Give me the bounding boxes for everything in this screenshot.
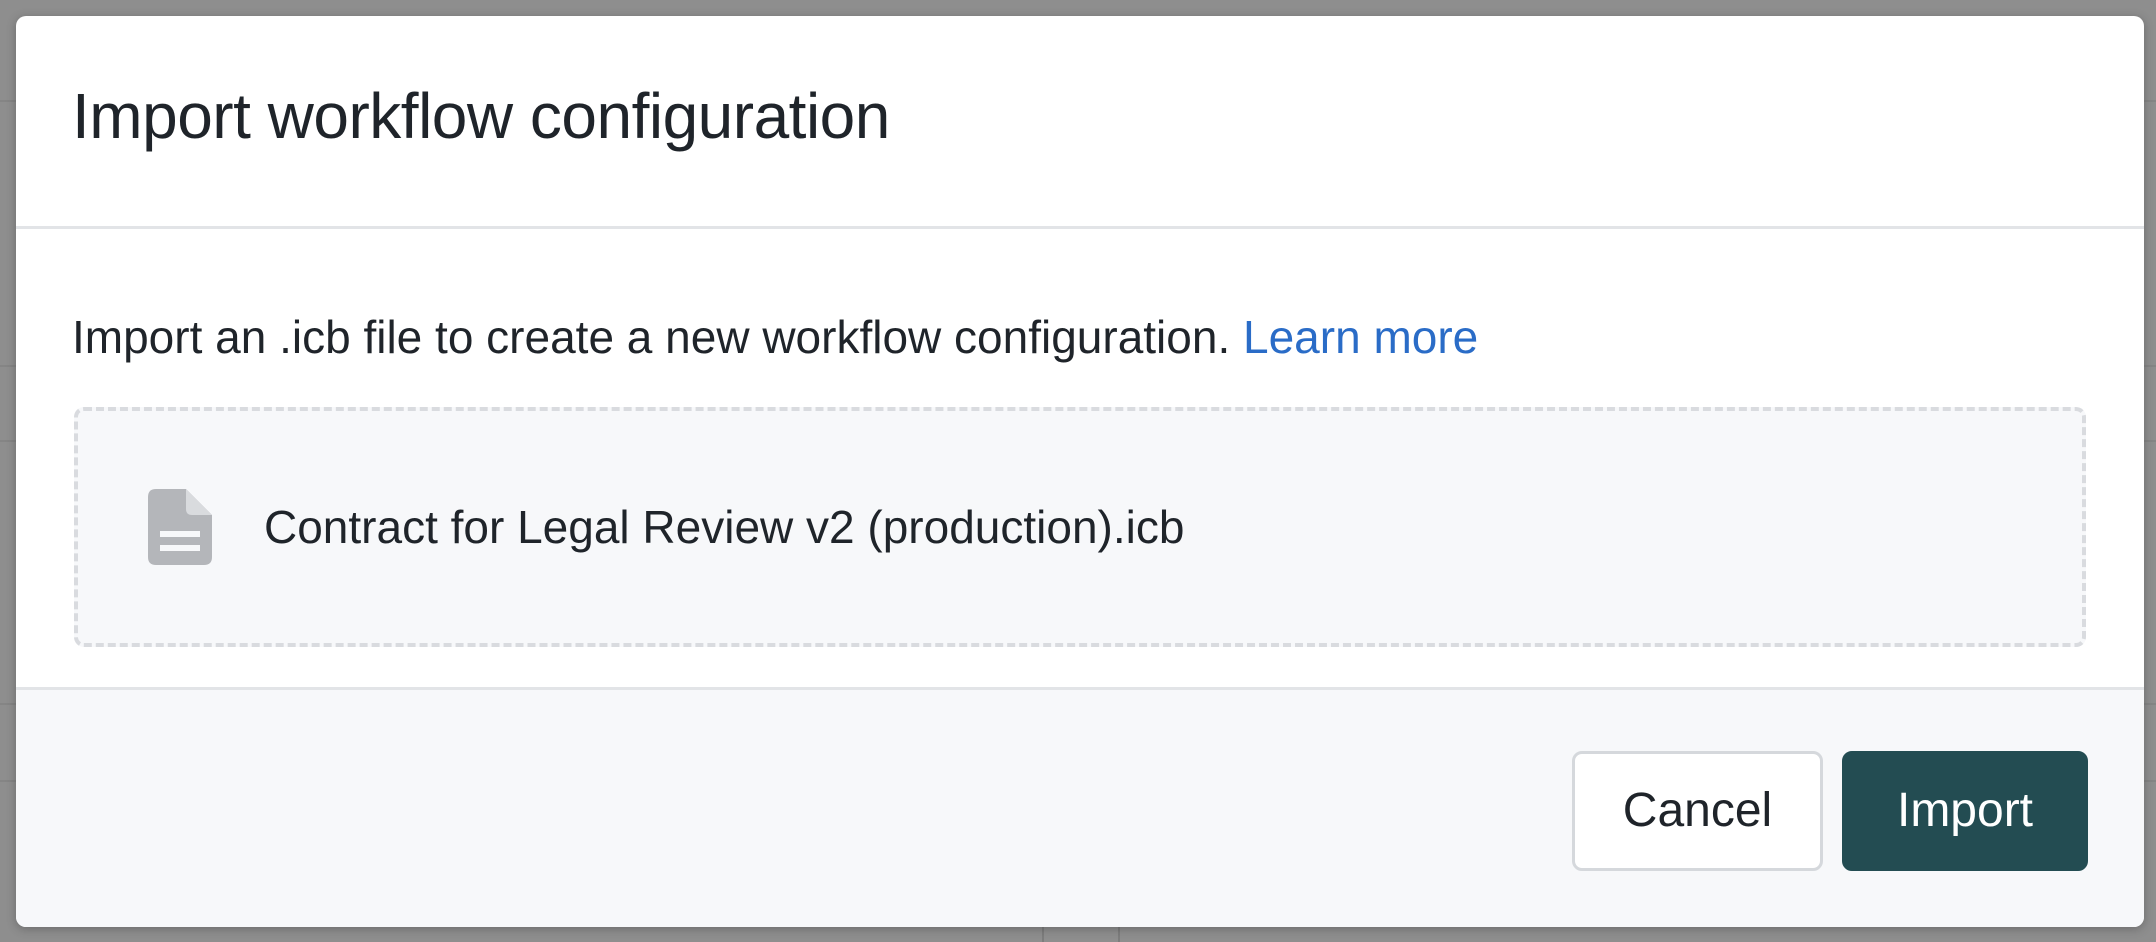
dialog-body: Import an .icb file to create a new work… xyxy=(16,232,2144,705)
dialog-header: Import workflow configuration xyxy=(16,16,2144,229)
dialog-title: Import workflow configuration xyxy=(72,80,890,152)
file-dropzone[interactable]: Contract for Legal Review v2 (production… xyxy=(74,407,2086,647)
import-workflow-dialog: Import workflow configuration Import an … xyxy=(16,16,2144,927)
dialog-description: Import an .icb file to create a new work… xyxy=(72,314,1478,360)
cancel-button[interactable]: Cancel xyxy=(1572,751,1823,871)
description-text: Import an .icb file to create a new work… xyxy=(72,311,1231,363)
document-icon xyxy=(148,489,212,565)
learn-more-link[interactable]: Learn more xyxy=(1243,311,1478,363)
dialog-footer: Cancel Import xyxy=(16,687,2144,927)
import-button[interactable]: Import xyxy=(1842,751,2088,871)
selected-file-name: Contract for Legal Review v2 (production… xyxy=(264,501,1185,553)
